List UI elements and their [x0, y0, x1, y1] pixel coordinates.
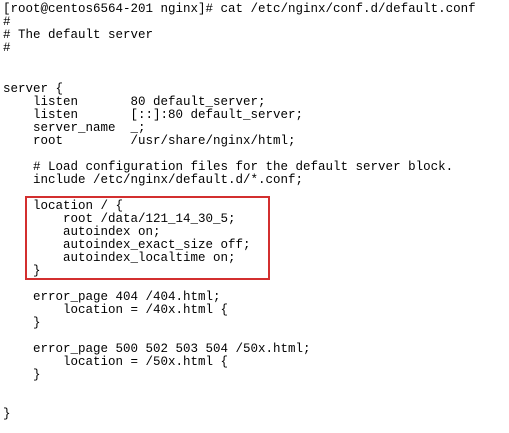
- terminal-line: #: [3, 41, 11, 55]
- terminal-line: }: [3, 368, 41, 382]
- terminal-line: }: [3, 316, 41, 330]
- terminal-line: # The default server: [3, 28, 154, 42]
- terminal-window[interactable]: [root@centos6564-201 nginx]# cat /etc/ng…: [0, 0, 509, 433]
- location-block-highlight: [25, 196, 270, 280]
- terminal-line: include /etc/nginx/default.d/*.conf;: [3, 173, 304, 187]
- terminal-line: root /usr/share/nginx/html;: [3, 134, 296, 148]
- terminal-line: }: [3, 407, 11, 421]
- terminal-prompt-line: [root@centos6564-201 nginx]# cat /etc/ng…: [3, 2, 476, 16]
